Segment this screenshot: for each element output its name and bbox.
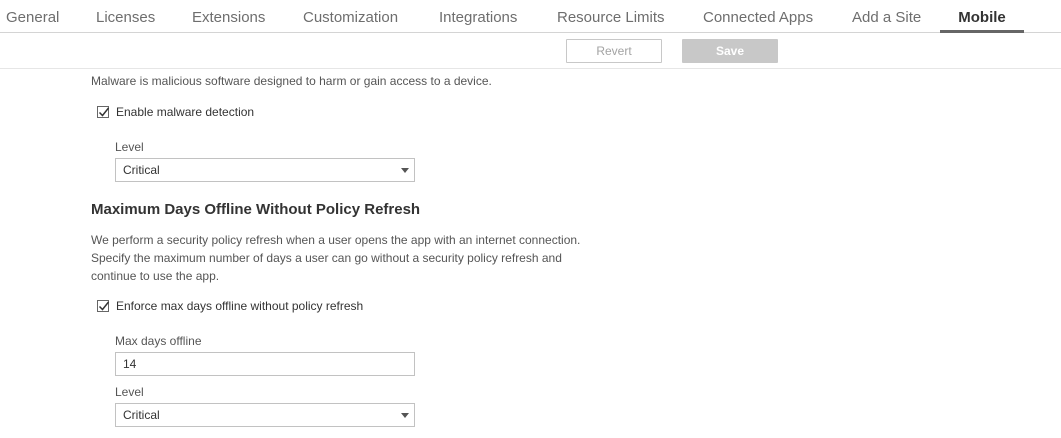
offline-level-select[interactable]: Critical: [115, 403, 415, 427]
enforce-offline-label: Enforce max days offline without policy …: [116, 299, 364, 313]
enforce-offline-row[interactable]: Enforce max days offline without policy …: [97, 298, 363, 314]
offline-section-heading: Maximum Days Offline Without Policy Refr…: [91, 201, 421, 218]
action-toolbar: Revert Save: [0, 33, 1061, 69]
max-days-label: Max days offline: [115, 334, 202, 348]
chevron-down-icon: [401, 168, 409, 173]
tab-customization[interactable]: Customization: [303, 0, 398, 33]
tab-extensions[interactable]: Extensions: [192, 0, 265, 33]
revert-button[interactable]: Revert: [566, 39, 662, 63]
offline-description: We perform a security policy refresh whe…: [91, 233, 581, 283]
tab-integrations[interactable]: Integrations: [439, 0, 517, 33]
malware-level-label: Level: [115, 140, 144, 154]
malware-detection-label: Enable malware detection: [116, 105, 255, 119]
checkmark-icon: [98, 301, 110, 311]
offline-level-value: Critical: [123, 408, 160, 422]
tab-licenses[interactable]: Licenses: [96, 0, 155, 33]
tab-add-a-site[interactable]: Add a Site: [852, 0, 921, 33]
enforce-offline-checkbox[interactable]: [97, 300, 110, 312]
tab-mobile[interactable]: Mobile: [940, 0, 1024, 33]
tab-general[interactable]: General: [6, 0, 59, 33]
checkmark-icon: [98, 107, 110, 117]
malware-level-select[interactable]: Critical: [115, 158, 415, 182]
save-button[interactable]: Save: [682, 39, 778, 63]
max-days-input[interactable]: [115, 352, 415, 376]
malware-level-value: Critical: [123, 163, 160, 177]
offline-level-label: Level: [115, 385, 144, 399]
settings-tab-bar: General Licenses Extensions Customizatio…: [0, 0, 1061, 33]
malware-description: Malware is malicious software designed t…: [91, 74, 492, 88]
malware-detection-row[interactable]: Enable malware detection: [97, 104, 254, 120]
chevron-down-icon: [401, 413, 409, 418]
tab-connected-apps[interactable]: Connected Apps: [703, 0, 813, 33]
tab-resource-limits[interactable]: Resource Limits: [557, 0, 665, 33]
malware-detection-checkbox[interactable]: [97, 106, 110, 118]
